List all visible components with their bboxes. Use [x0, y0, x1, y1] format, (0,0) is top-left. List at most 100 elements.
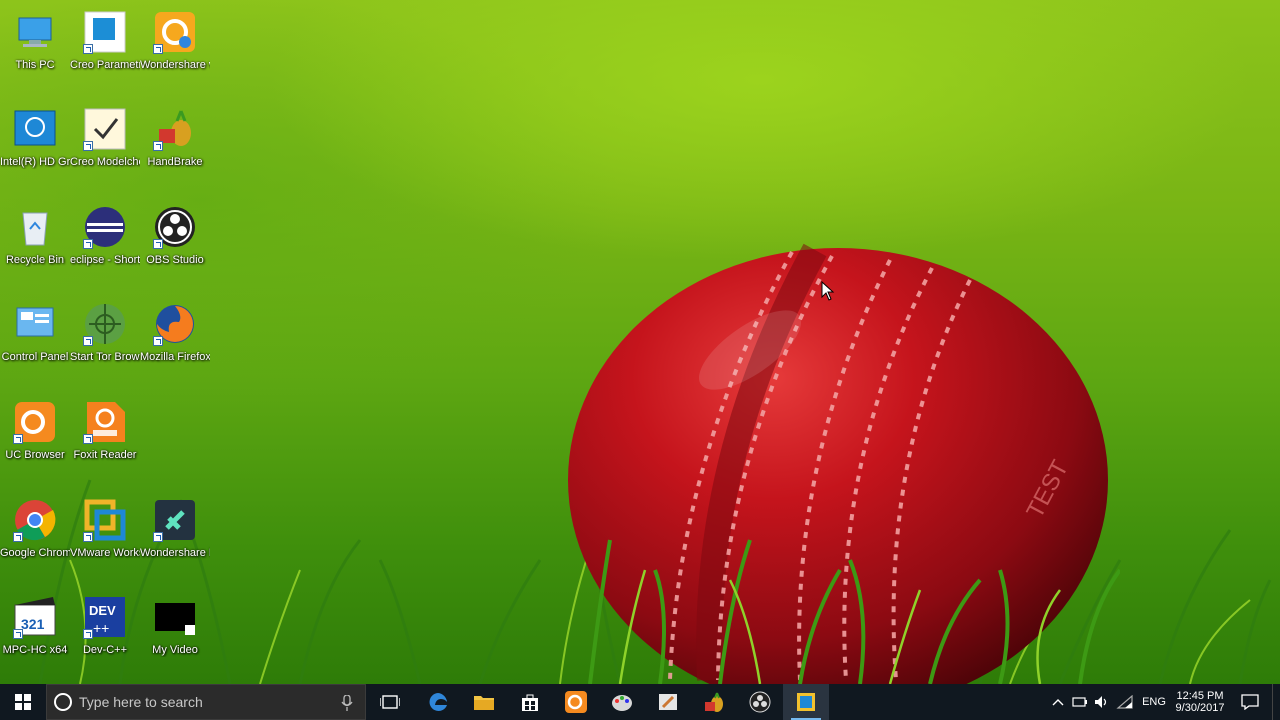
desktop-icon-mpc-hc[interactable]: 321 MPC-HC x64 — [0, 589, 70, 657]
start-button[interactable] — [0, 684, 46, 720]
notification-icon — [1241, 694, 1259, 710]
desktop-icon-my-video[interactable]: My Video — [140, 589, 210, 657]
desktop-icon-control-panel[interactable]: Control Panel — [0, 296, 70, 364]
volume-button[interactable] — [1092, 684, 1112, 720]
uc-browser-icon — [565, 691, 587, 713]
desktop-icon-creo-parametric[interactable]: Creo Parametr... — [70, 4, 140, 72]
desktop-icon-firefox[interactable]: Mozilla Firefox — [140, 296, 210, 364]
control-panel-icon — [13, 302, 57, 346]
desktop-icon-dev-cpp[interactable]: DEV ++ Dev-C++ — [70, 589, 140, 657]
search-box[interactable]: Type here to search — [46, 684, 366, 720]
language-label: ENG — [1142, 696, 1166, 708]
icon-label: Creo Modelche... — [70, 156, 140, 168]
video-file-icon — [153, 595, 197, 639]
taskbar-file-explorer[interactable] — [461, 684, 507, 720]
icon-label: HandBrake — [147, 156, 203, 168]
handbrake-icon — [153, 107, 197, 151]
icon-label: eclipse - Shortcut — [70, 254, 140, 266]
edge-icon — [429, 693, 447, 711]
windows-logo-icon — [15, 694, 31, 710]
icon-label: UC Browser — [5, 449, 65, 461]
cricket-ball: TEST — [568, 243, 1120, 684]
cortana-icon — [54, 693, 72, 711]
chrome-icon — [13, 498, 57, 542]
icon-label: Wondershare Filmora — [140, 547, 210, 559]
desktop-icon-creo-modelcheck[interactable]: Creo Modelche... — [70, 101, 140, 169]
taskbar-app-window[interactable] — [783, 684, 829, 720]
icon-label: Start Tor Browser — [70, 351, 140, 363]
icon-label: OBS Studio — [146, 254, 204, 266]
desktop-icon-google-chrome[interactable]: Google Chrome — [0, 492, 70, 560]
store-icon — [522, 694, 538, 711]
speaker-icon — [1095, 696, 1107, 708]
icon-label: Foxit Reader — [73, 449, 137, 461]
foxit-reader-icon — [83, 400, 127, 444]
icon-label: Dev-C++ — [82, 644, 128, 656]
dev-cpp-icon: DEV ++ — [83, 595, 127, 639]
handbrake-icon — [705, 692, 723, 712]
icon-label: Wondershare video edito... — [140, 59, 210, 71]
icon-label: Control Panel — [1, 351, 69, 363]
taskbar-paint[interactable] — [599, 684, 645, 720]
clock-time: 12:45 PM — [1176, 690, 1224, 702]
taskbar-store[interactable] — [507, 684, 553, 720]
taskbar-uc-browser[interactable] — [553, 684, 599, 720]
desktop-icon-recycle-bin[interactable]: Recycle Bin — [0, 199, 70, 267]
icon-label: This PC — [15, 59, 55, 71]
desktop-icon-obs-studio[interactable]: OBS Studio — [140, 199, 210, 267]
icon-label: Creo Parametr... — [70, 59, 140, 71]
desktop-icon-uc-browser[interactable]: UC Browser — [0, 394, 70, 462]
obs-studio-icon — [749, 691, 771, 713]
desktop-icon-eclipse[interactable]: eclipse - Shortcut — [70, 199, 140, 267]
eclipse-icon — [83, 205, 127, 249]
filmora-icon — [153, 498, 197, 542]
action-center-button[interactable] — [1232, 684, 1268, 720]
search-placeholder: Type here to search — [79, 694, 203, 710]
language-indicator[interactable]: ENG — [1138, 684, 1170, 720]
paint-icon — [612, 695, 632, 711]
app-window-icon — [797, 693, 815, 711]
desktop-icon-handbrake[interactable]: HandBrake — [140, 101, 210, 169]
svg-text:++: ++ — [93, 620, 109, 636]
icon-label: VMware Workstati... — [70, 547, 140, 559]
power-tray-button[interactable] — [1070, 684, 1090, 720]
show-hidden-icons-button[interactable] — [1048, 684, 1068, 720]
desktop-icon-this-pc[interactable]: This PC — [0, 4, 70, 72]
desktop-icon-intel-graphics[interactable]: Intel(R) HD Graphics ... — [0, 101, 70, 169]
task-view-button[interactable] — [368, 684, 412, 720]
vmware-icon — [83, 498, 127, 542]
creo-modelcheck-icon — [83, 107, 127, 151]
uc-browser-icon — [13, 400, 57, 444]
taskbar-sticky-app[interactable] — [645, 684, 691, 720]
clock-date: 9/30/2017 — [1175, 702, 1225, 714]
network-button[interactable] — [1114, 684, 1136, 720]
recycle-bin-icon — [13, 205, 57, 249]
desktop-icon-wondershare-video-editor[interactable]: Wondershare video edito... — [140, 4, 210, 72]
icon-label: Intel(R) HD Graphics ... — [0, 156, 70, 168]
wondershare-video-editor-icon — [153, 10, 197, 54]
desktop-icon-vmware[interactable]: VMware Workstati... — [70, 492, 140, 560]
battery-plug-icon — [1072, 697, 1087, 707]
desktop-icon-tor-browser[interactable]: Start Tor Browser — [70, 296, 140, 364]
taskbar: Type here to search ENG 12:45 PM 9/30/20… — [0, 684, 1280, 720]
desktop-icon-filmora[interactable]: Wondershare Filmora — [140, 492, 210, 560]
mpc-hc-icon: 321 — [13, 595, 57, 639]
taskbar-handbrake[interactable] — [691, 684, 737, 720]
svg-text:321: 321 — [21, 616, 45, 632]
clock[interactable]: 12:45 PM 9/30/2017 — [1172, 684, 1228, 720]
tor-browser-icon — [83, 302, 127, 346]
sticky-app-icon — [659, 694, 677, 710]
task-view-icon — [380, 695, 400, 709]
icon-label: MPC-HC x64 — [2, 644, 68, 656]
icon-label: My Video — [152, 644, 198, 656]
desktop-icon-foxit-reader[interactable]: Foxit Reader — [70, 394, 140, 462]
show-desktop-button[interactable] — [1272, 684, 1280, 720]
microphone-icon[interactable] — [341, 695, 353, 711]
firefox-icon — [153, 302, 197, 346]
icon-label: Google Chrome — [0, 547, 70, 559]
taskbar-obs-studio[interactable] — [737, 684, 783, 720]
mouse-cursor — [821, 281, 835, 301]
intel-graphics-icon — [13, 107, 57, 151]
taskbar-edge[interactable] — [415, 684, 461, 720]
wifi-icon — [1116, 695, 1133, 709]
